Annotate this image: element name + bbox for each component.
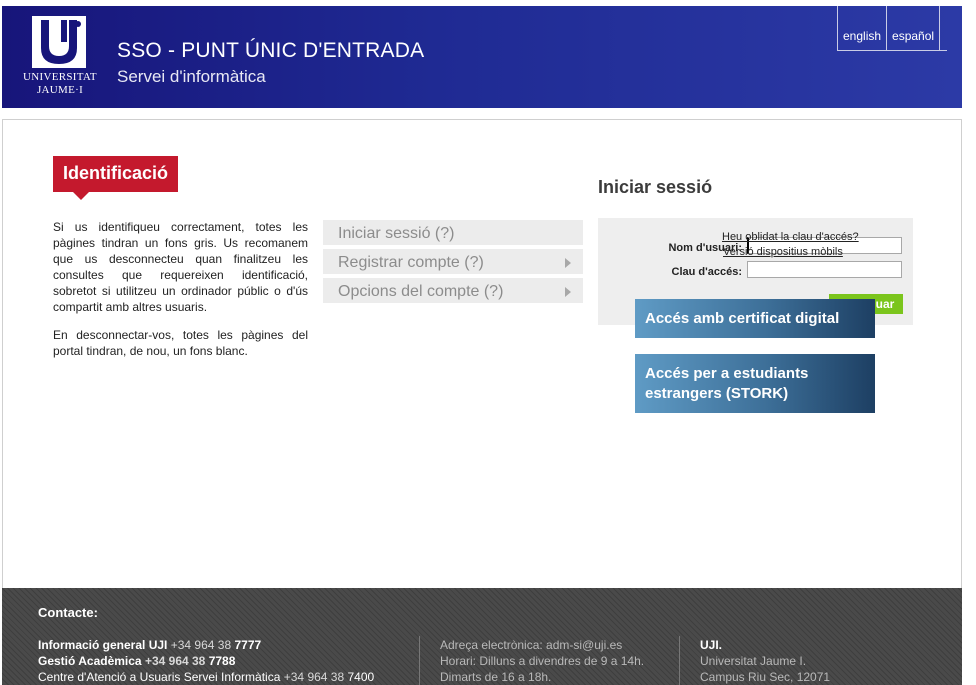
footer-address-line: Campus Riu Sec, 12071 bbox=[700, 670, 831, 684]
uji-logo-icon bbox=[32, 16, 86, 68]
contact-heading: Contacte: bbox=[38, 605, 98, 620]
stork-access-button[interactable]: Accés per a estudiants estrangers (STORK… bbox=[635, 354, 875, 413]
uji-logo[interactable]: UNIVERSITAT JAUME·I bbox=[20, 16, 100, 98]
lang-espanol-link[interactable]: español bbox=[886, 6, 941, 51]
digital-certificate-button[interactable]: Accés amb certificat digital bbox=[635, 299, 875, 338]
mobile-version-link[interactable]: Versió dispositius mòbils bbox=[723, 246, 843, 258]
phone-label: Informació general UJI bbox=[38, 638, 168, 652]
password-input[interactable] bbox=[747, 261, 902, 278]
phone-line-general: Informació general UJI +34 964 38 7777 bbox=[38, 637, 374, 653]
phone-prefix: +34 964 38 bbox=[170, 638, 232, 652]
phone-prefix: +34 964 38 bbox=[144, 654, 206, 668]
footer-email: Adreça electrònica: adm-si@uji.es bbox=[440, 638, 623, 652]
footer-hours: Horari: Dilluns a divendres de 9 a 14h. bbox=[440, 654, 645, 668]
phone-line-academic: Gestió Acadèmica +34 964 38 7788 bbox=[38, 653, 374, 669]
phone-label: Centre d'Atenció a Usuaris Servei Inform… bbox=[38, 670, 281, 684]
menu-item-label: Registrar compte (?) bbox=[338, 254, 484, 271]
menu-item-account-options[interactable]: Opcions del compte (?) bbox=[323, 278, 583, 303]
stork-button-line-2: estrangers (STORK) bbox=[645, 385, 789, 402]
language-switcher: english español bbox=[837, 6, 941, 51]
footer-divider bbox=[679, 636, 680, 685]
lang-english-link[interactable]: english bbox=[837, 6, 886, 51]
info-paragraph-1: Si us identifiqueu correctament, totes l… bbox=[53, 220, 308, 314]
footer-address: UJI. Universitat Jaume I. Campus Riu Sec… bbox=[700, 637, 830, 685]
header-banner: UNIVERSITAT JAUME·I SSO - PUNT ÚNIC D'EN… bbox=[2, 6, 962, 108]
page-title: SSO - PUNT ÚNIC D'ENTRADA bbox=[117, 39, 425, 62]
footer-email-hours: Adreça electrònica: adm-si@uji.es Horari… bbox=[440, 637, 644, 685]
password-label: Clau d'accés: bbox=[671, 266, 742, 278]
menu-item-label: Iniciar sessió (?) bbox=[338, 225, 455, 242]
info-paragraph-2: En desconnectar-vos, totes les pàgines d… bbox=[53, 328, 308, 358]
phone-extension: 7777 bbox=[234, 638, 262, 652]
footer-divider bbox=[419, 636, 420, 685]
phone-line-support: Centre d'Atenció a Usuaris Servei Inform… bbox=[38, 669, 374, 685]
page-subtitle: Servei d'informàtica bbox=[117, 67, 266, 86]
menu-item-label: Opcions del compte (?) bbox=[338, 283, 504, 300]
forgot-password-link[interactable]: Heu oblidat la clau d'accés? bbox=[722, 231, 859, 243]
footer-address-title: UJI. bbox=[700, 638, 723, 652]
language-divider bbox=[837, 50, 947, 51]
logo-text-universitat: UNIVERSITAT bbox=[23, 71, 97, 83]
stork-button-line-1: Accés per a estudiants bbox=[645, 365, 809, 382]
identification-badge: Identificació bbox=[53, 156, 179, 200]
chevron-right-icon bbox=[565, 287, 571, 297]
account-menu: Iniciar sessió (?) Registrar compte (?) … bbox=[323, 220, 583, 307]
phone-prefix: +34 964 38 bbox=[283, 670, 345, 684]
footer-address-line: Universitat Jaume I. bbox=[700, 654, 807, 668]
phone-extension: 7400 bbox=[347, 670, 375, 684]
chevron-right-icon bbox=[565, 258, 571, 268]
menu-item-register[interactable]: Registrar compte (?) bbox=[323, 249, 583, 274]
footer: Contacte: Informació general UJI +34 964… bbox=[2, 588, 962, 685]
phone-label: Gestió Acadèmica bbox=[38, 654, 142, 668]
phone-extension: 7788 bbox=[208, 654, 236, 668]
footer-hours-extra: Dimarts de 16 a 18h. bbox=[440, 670, 552, 684]
login-heading: Iniciar sessió bbox=[598, 177, 713, 197]
menu-item-login[interactable]: Iniciar sessió (?) bbox=[323, 220, 583, 245]
footer-contact-phones: Informació general UJI +34 964 38 7777 G… bbox=[38, 637, 374, 685]
logo-text-jaume: JAUME·I bbox=[36, 84, 84, 96]
